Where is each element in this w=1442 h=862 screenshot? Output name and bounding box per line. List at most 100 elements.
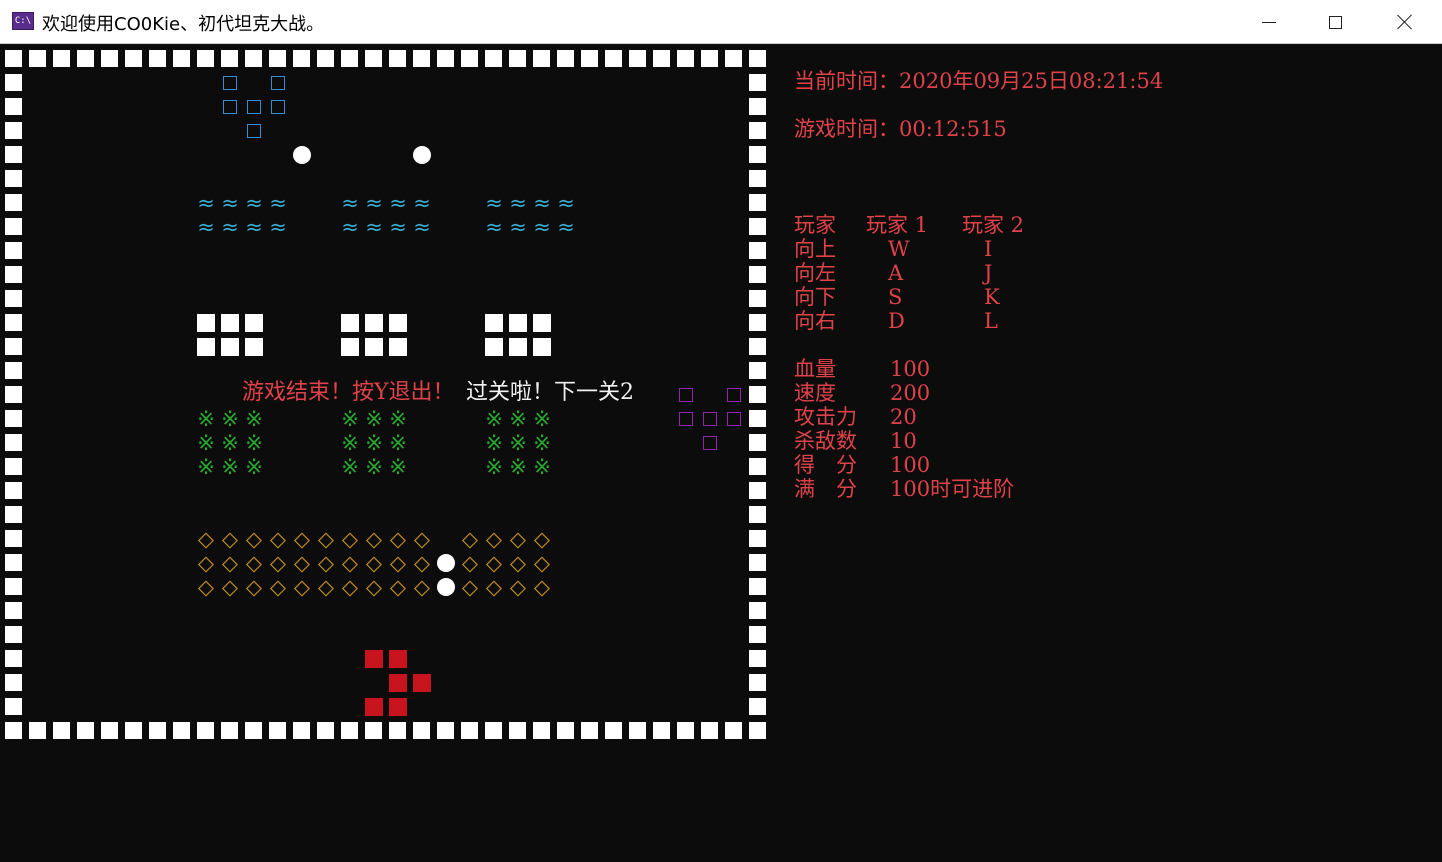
wall-block (5, 410, 22, 427)
wall-block (437, 50, 454, 67)
wall-block (77, 722, 94, 739)
grass-tile: ※ (533, 407, 551, 431)
stat-label: 攻击力 (794, 405, 857, 429)
water-tile: ≈ (245, 215, 263, 239)
water-tile: ≈ (389, 191, 407, 215)
steel-tile: ◇ (365, 551, 383, 575)
wall-block (341, 722, 358, 739)
control-label: 向右 (794, 309, 836, 333)
brick-block (509, 314, 527, 332)
steel-tile: ◇ (509, 551, 527, 575)
bullet (437, 578, 455, 596)
player-tank-block (389, 698, 407, 716)
brick-block (485, 338, 503, 356)
grass-tile: ※ (533, 431, 551, 455)
stat-label: 得 分 (794, 453, 857, 477)
water-tile: ≈ (509, 215, 527, 239)
bullet (437, 554, 455, 572)
wall-block (725, 722, 742, 739)
brick-block (389, 338, 407, 356)
controls-header-p1: 玩家 1 (866, 213, 929, 237)
wall-block (173, 50, 190, 67)
brick-block (365, 314, 383, 332)
wall-block (5, 722, 22, 739)
steel-tile: ◇ (197, 575, 215, 599)
control-key-p2: J (984, 261, 993, 285)
title-bar[interactable]: C:\ 欢迎使用CO0Kie、初代坦克大战。 (0, 0, 1442, 44)
wall-block (269, 50, 286, 67)
grass-tile: ※ (485, 431, 503, 455)
steel-tile: ◇ (245, 575, 263, 599)
wall-block (653, 722, 670, 739)
water-tile: ≈ (221, 215, 239, 239)
wall-block (221, 50, 238, 67)
minimize-button[interactable] (1234, 0, 1304, 44)
water-tile: ≈ (341, 215, 359, 239)
brick-block (245, 338, 263, 356)
brick-block (389, 314, 407, 332)
wall-block (293, 722, 310, 739)
wall-block (749, 722, 766, 739)
wall-block (389, 50, 406, 67)
wall-block (5, 266, 22, 283)
wall-block (5, 74, 22, 91)
steel-tile: ◇ (461, 527, 479, 551)
brick-block (341, 338, 359, 356)
water-tile: ≈ (533, 215, 551, 239)
window-title: 欢迎使用CO0Kie、初代坦克大战。 (42, 14, 325, 35)
brick-block (485, 314, 503, 332)
grass-tile: ※ (389, 407, 407, 431)
water-tile: ≈ (485, 215, 503, 239)
grass-tile: ※ (221, 431, 239, 455)
player-tank-block (365, 650, 383, 668)
steel-tile: ◇ (221, 551, 239, 575)
grass-tile: ※ (341, 455, 359, 479)
purple-tank-block (703, 436, 717, 450)
wall-block (629, 50, 646, 67)
grass-tile: ※ (365, 407, 383, 431)
wall-block (749, 218, 766, 235)
grass-tile: ※ (245, 455, 263, 479)
steel-tile: ◇ (245, 527, 263, 551)
player-tank-block (365, 698, 383, 716)
wall-block (749, 626, 766, 643)
wall-block (557, 50, 574, 67)
control-key-p2: I (984, 237, 993, 261)
steel-tile: ◇ (389, 527, 407, 551)
current-time-label: 当前时间： (794, 69, 899, 93)
stat-label: 速度 (794, 381, 836, 405)
wall-block (653, 50, 670, 67)
control-key-p2: L (984, 309, 998, 333)
purple-tank-block (679, 412, 693, 426)
stat-value: 100 (890, 453, 931, 477)
close-button[interactable] (1370, 0, 1440, 44)
wall-block (389, 722, 406, 739)
wall-block (5, 602, 22, 619)
wall-block (5, 170, 22, 187)
wall-block (581, 722, 598, 739)
grass-tile: ※ (197, 455, 215, 479)
wall-block (245, 722, 262, 739)
player-tank-block (389, 674, 407, 692)
wall-block (5, 290, 22, 307)
purple-tank-block (703, 412, 717, 426)
bullet (413, 146, 431, 164)
water-tile: ≈ (509, 191, 527, 215)
maximize-button[interactable] (1300, 0, 1370, 44)
wall-block (749, 650, 766, 667)
wall-block (5, 242, 22, 259)
brick-block (197, 314, 215, 332)
steel-tile: ◇ (341, 551, 359, 575)
close-icon (1397, 14, 1413, 30)
water-tile: ≈ (485, 191, 503, 215)
grass-tile: ※ (485, 455, 503, 479)
steel-tile: ◇ (485, 551, 503, 575)
wall-block (485, 50, 502, 67)
wall-block (5, 218, 22, 235)
water-tile: ≈ (269, 215, 287, 239)
blue-tank-block (247, 100, 261, 114)
wall-block (29, 50, 46, 67)
steel-tile: ◇ (245, 551, 263, 575)
wall-block (5, 50, 22, 67)
steel-tile: ◇ (269, 575, 287, 599)
